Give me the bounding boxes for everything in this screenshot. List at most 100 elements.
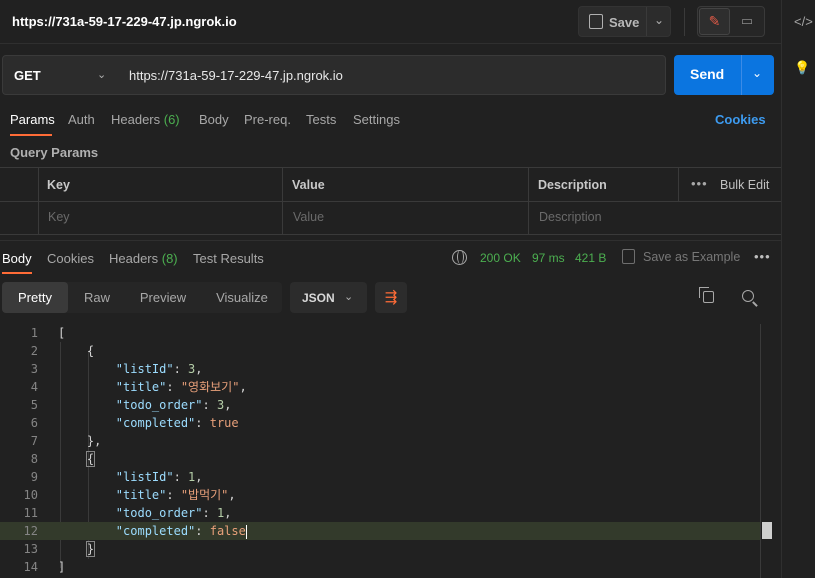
response-tab-test-results[interactable]: Test Results: [193, 251, 264, 266]
format-tabs: Pretty Raw Preview Visualize: [2, 282, 282, 313]
response-tab-headers-label: Headers: [109, 251, 162, 266]
code-text: "completed": true: [115, 416, 239, 430]
value-input[interactable]: Value: [293, 210, 324, 224]
format-preview[interactable]: Preview: [130, 282, 196, 313]
tab-params[interactable]: Params: [10, 112, 55, 127]
code-text: {: [58, 344, 95, 358]
column-divider: [678, 168, 679, 201]
editor-scrollbar[interactable]: [760, 324, 774, 578]
copy-icon[interactable]: [699, 287, 714, 303]
save-icon: [589, 14, 603, 29]
tab-settings[interactable]: Settings: [353, 112, 400, 127]
chevron-down-icon: ⌄: [344, 291, 354, 303]
code-line: 1[: [0, 324, 760, 342]
column-header-description: Description: [538, 178, 607, 192]
chevron-down-icon[interactable]: ⌄: [752, 66, 762, 80]
line-number: 10: [23, 488, 38, 502]
code-line: 14]: [0, 558, 760, 576]
save-label: Save: [609, 15, 640, 30]
response-tab-headers-count: (8): [161, 251, 178, 266]
mode-toggle-group: ✎ ▭: [697, 6, 765, 37]
format-visualize[interactable]: Visualize: [204, 282, 280, 313]
active-tab-indicator: [10, 134, 52, 136]
code-line: 3 "listId": 3,: [0, 360, 760, 378]
response-tab-headers[interactable]: Headers (8): [109, 251, 178, 266]
lightbulb-icon[interactable]: 💡: [794, 60, 810, 76]
save-button[interactable]: Save ⌄: [578, 6, 671, 37]
code-text: "todo_order": 1,: [115, 506, 232, 520]
status-code[interactable]: 200 OK: [480, 251, 521, 265]
more-options-icon[interactable]: •••: [691, 176, 708, 191]
scrollbar-thumb[interactable]: [762, 522, 772, 539]
code-text: "title": "밥먹기",: [115, 488, 236, 502]
code-text: }: [85, 541, 96, 557]
tab-headers-label: Headers: [111, 112, 164, 127]
send-button[interactable]: Send ⌄: [674, 55, 774, 95]
response-tab-cookies[interactable]: Cookies: [47, 251, 94, 266]
column-header-key: Key: [47, 178, 70, 192]
code-line: 9 "listId": 1,: [0, 468, 760, 486]
cookies-link[interactable]: Cookies: [715, 112, 766, 127]
line-number: 1: [30, 326, 38, 340]
tab-body[interactable]: Body: [199, 112, 229, 127]
tab-headers-count: (6): [163, 112, 180, 127]
tab-headers[interactable]: Headers (6): [111, 112, 180, 127]
chevron-down-icon: ⌄: [97, 69, 107, 81]
divider: [741, 55, 742, 95]
line-number: 2: [30, 344, 38, 358]
line-number: 13: [23, 542, 38, 556]
code-text: "completed": false: [115, 524, 247, 539]
tab-auth[interactable]: Auth: [68, 112, 95, 127]
bulk-edit-link[interactable]: Bulk Edit: [720, 178, 769, 192]
code-line: 2 {: [0, 342, 760, 360]
comment-icon[interactable]: ▭: [736, 11, 758, 31]
key-input[interactable]: Key: [48, 210, 70, 224]
chevron-down-icon[interactable]: ⌄: [654, 13, 664, 27]
code-line: 7 },: [0, 432, 760, 450]
code-line: 10 "title": "밥먹기",: [0, 486, 760, 504]
divider: [646, 7, 647, 36]
request-title[interactable]: https://731a-59-17-229-47.jp.ngrok.io: [12, 14, 237, 29]
code-snippet-icon[interactable]: </>: [794, 14, 813, 29]
query-params-title: Query Params: [10, 145, 99, 160]
tab-pre-request[interactable]: Pre-req.: [244, 112, 291, 127]
save-as-example-button[interactable]: Save as Example: [643, 250, 740, 264]
code-text: "todo_order": 3,: [115, 398, 232, 412]
save-icon: [622, 249, 635, 264]
more-options-icon[interactable]: •••: [754, 249, 771, 264]
description-input[interactable]: Description: [539, 210, 602, 224]
text-cursor: [245, 524, 247, 539]
line-number: 5: [30, 398, 38, 412]
line-number: 4: [30, 380, 38, 394]
language-label: JSON: [302, 291, 335, 305]
language-select[interactable]: JSON ⌄: [290, 282, 367, 313]
line-number: 7: [30, 434, 38, 448]
response-time[interactable]: 97 ms: [532, 251, 565, 265]
line-number: 12: [23, 524, 38, 538]
right-sidebar: </> 💡: [781, 0, 815, 578]
line-number: 3: [30, 362, 38, 376]
wrap-lines-icon[interactable]: ⇶: [375, 282, 407, 313]
response-divider[interactable]: [0, 240, 781, 241]
code-text: "listId": 1,: [115, 470, 203, 484]
pencil-icon[interactable]: ✎: [699, 8, 730, 35]
globe-icon[interactable]: [452, 250, 467, 265]
format-raw[interactable]: Raw: [72, 282, 122, 313]
code-text: },: [58, 434, 102, 448]
code-line: 8 {: [0, 450, 760, 468]
search-icon[interactable]: [742, 290, 754, 302]
active-tab-indicator: [2, 272, 32, 274]
code-line: 13 }: [0, 540, 760, 558]
response-tab-body[interactable]: Body: [2, 251, 32, 266]
line-number: 6: [30, 416, 38, 430]
row-divider: [0, 201, 781, 202]
code-text: ]: [58, 560, 66, 574]
method-select[interactable]: GET ⌄: [2, 55, 118, 95]
format-pretty[interactable]: Pretty: [2, 282, 68, 313]
tab-tests[interactable]: Tests: [306, 112, 336, 127]
response-size[interactable]: 421 B: [575, 251, 606, 265]
method-label: GET: [14, 68, 41, 83]
url-input[interactable]: [117, 55, 666, 95]
postman-main: https://731a-59-17-229-47.jp.ngrok.io Sa…: [0, 0, 781, 578]
response-body-editor[interactable]: 1[ 2 { 3 "listId": 3, 4 "title": "영화보기",…: [0, 324, 775, 578]
